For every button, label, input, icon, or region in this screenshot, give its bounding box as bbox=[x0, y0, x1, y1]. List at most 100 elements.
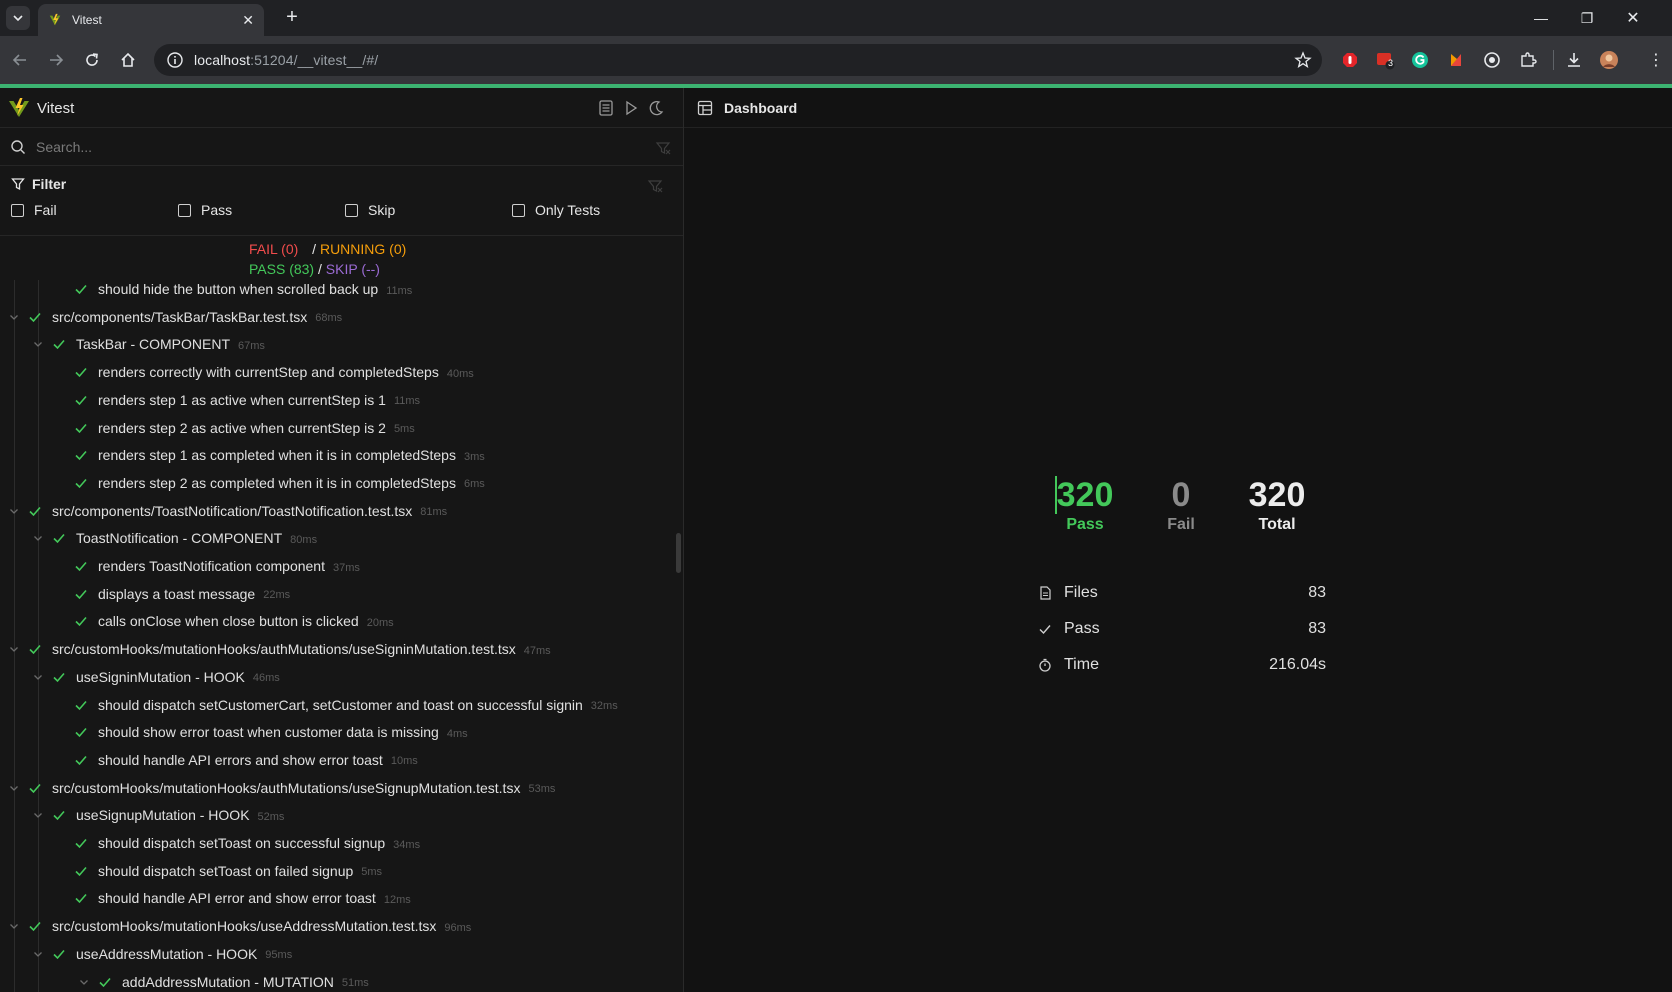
separator: / bbox=[312, 241, 317, 257]
chevron-down-icon[interactable] bbox=[32, 532, 44, 544]
tree-test-row[interactable]: should handle API error and show error t… bbox=[54, 885, 411, 911]
pass-check-icon bbox=[75, 838, 87, 849]
restore-button[interactable]: ❐ bbox=[1564, 0, 1610, 36]
profile-avatar[interactable] bbox=[1598, 49, 1620, 71]
pdf-icon bbox=[1451, 54, 1461, 66]
dark-mode-icon[interactable] bbox=[647, 99, 665, 117]
clear-search-icon[interactable] bbox=[655, 140, 671, 156]
tree-test-row[interactable]: addAddressMutation - MUTATION 51ms bbox=[78, 969, 369, 992]
record-extension-icon[interactable] bbox=[1481, 49, 1503, 71]
filter-pass-checkbox[interactable]: Pass bbox=[178, 202, 232, 218]
tree-file-row[interactable]: src/components/ToastNotification/ToastNo… bbox=[8, 498, 447, 524]
pass-count: PASS (83) bbox=[249, 261, 315, 277]
extensions-button[interactable] bbox=[1517, 49, 1539, 71]
bookmark-star-icon[interactable] bbox=[1294, 51, 1312, 69]
back-button[interactable] bbox=[6, 46, 34, 74]
downloads-button[interactable] bbox=[1563, 49, 1585, 71]
adblock-extension-icon[interactable] bbox=[1339, 49, 1361, 71]
tree-row-label: ToastNotification - COMPONENT bbox=[76, 530, 283, 547]
tree-suite-row[interactable]: useSignupMutation - HOOK 52ms bbox=[32, 802, 284, 828]
tree-row-label: renders step 2 as active when currentSte… bbox=[98, 419, 386, 436]
tree-test-row[interactable]: calls onClose when close button is click… bbox=[54, 608, 394, 634]
chevron-down-icon[interactable] bbox=[8, 505, 20, 517]
tree-test-row[interactable]: displays a toast message 22ms bbox=[54, 581, 290, 607]
tree-row-duration: 40ms bbox=[446, 367, 474, 380]
address-bar[interactable]: localhost:51204/__vitest__/#/ bbox=[154, 44, 1322, 76]
minimize-button[interactable]: — bbox=[1518, 0, 1564, 36]
new-tab-button[interactable]: + bbox=[280, 6, 304, 30]
filter-only-tests-checkbox[interactable]: Only Tests bbox=[512, 202, 600, 218]
tree-test-row[interactable]: renders correctly with currentStep and c… bbox=[54, 359, 474, 385]
coverage-icon[interactable] bbox=[597, 99, 615, 117]
chevron-down-icon[interactable] bbox=[8, 643, 20, 655]
tree-test-row[interactable]: should hide the button when scrolled bac… bbox=[54, 280, 412, 302]
chevron-down-icon[interactable] bbox=[8, 782, 20, 794]
vitest-favicon-icon bbox=[49, 13, 61, 26]
filter-fail-checkbox[interactable]: Fail bbox=[11, 202, 57, 218]
checkbox-box[interactable] bbox=[178, 203, 191, 217]
tree-test-row[interactable]: should dispatch setCustomerCart, setCust… bbox=[54, 692, 618, 718]
tree-file-row[interactable]: src/customHooks/mutationHooks/authMutati… bbox=[8, 636, 551, 662]
tree-scrollbar[interactable] bbox=[676, 533, 681, 573]
todo-extension-icon[interactable]: 3 bbox=[1374, 49, 1396, 71]
tree-row-label: src/customHooks/mutationHooks/authMutati… bbox=[52, 641, 516, 658]
tree-test-row[interactable]: should handle API errors and show error … bbox=[54, 747, 418, 773]
info-pass-label: Pass bbox=[1064, 620, 1100, 637]
tree-test-row[interactable]: renders step 1 as completed when it is i… bbox=[54, 442, 485, 468]
checkbox-box[interactable] bbox=[512, 203, 525, 217]
close-window-button[interactable]: ✕ bbox=[1610, 0, 1656, 36]
tree-suite-row[interactable]: useSigninMutation - HOOK 46ms bbox=[32, 664, 280, 690]
tree-test-row[interactable]: renders step 2 as active when currentSte… bbox=[54, 415, 415, 441]
tree-test-row[interactable]: should show error toast when customer da… bbox=[54, 719, 468, 745]
reload-button[interactable] bbox=[78, 46, 106, 74]
pass-check-icon bbox=[53, 811, 65, 821]
chevron-down-icon[interactable] bbox=[32, 948, 44, 960]
chevron-down-icon[interactable] bbox=[78, 976, 90, 988]
filter-skip-checkbox[interactable]: Skip bbox=[345, 202, 395, 218]
filter-panel: Filter Fail Pass Skip Only Tests bbox=[0, 166, 683, 236]
site-info-icon[interactable] bbox=[166, 51, 184, 69]
pass-check-icon bbox=[75, 589, 87, 599]
app-brand: Vitest bbox=[37, 100, 75, 117]
pass-check-icon bbox=[75, 368, 87, 378]
separator: / bbox=[318, 261, 322, 277]
tree-suite-row[interactable]: ToastNotification - COMPONENT 80ms bbox=[32, 525, 317, 551]
chevron-down-icon[interactable] bbox=[8, 311, 20, 323]
tree-file-row[interactable]: src/components/TaskBar/TaskBar.test.tsx 6… bbox=[8, 304, 342, 330]
tree-file-row[interactable]: src/customHooks/mutationHooks/authMutati… bbox=[8, 775, 555, 801]
checkbox-box[interactable] bbox=[345, 203, 358, 217]
file-icon bbox=[1040, 586, 1051, 600]
chevron-down-icon[interactable] bbox=[32, 809, 44, 821]
tree-test-row[interactable]: renders ToastNotification component 37ms bbox=[54, 553, 360, 579]
home-icon bbox=[121, 52, 135, 67]
chevron-down-icon[interactable] bbox=[8, 920, 20, 932]
clear-filter-icon[interactable] bbox=[647, 178, 663, 194]
checkbox-box[interactable] bbox=[11, 203, 24, 217]
run-all-icon[interactable] bbox=[622, 99, 640, 117]
tree-test-row[interactable]: renders step 1 as active when currentSte… bbox=[54, 387, 420, 413]
url-text: localhost:51204/__vitest__/#/ bbox=[194, 52, 378, 68]
search-input[interactable] bbox=[36, 136, 636, 158]
browser-menu-button[interactable]: ⋮ bbox=[1645, 49, 1667, 71]
forward-button[interactable] bbox=[42, 46, 70, 74]
pass-check-icon bbox=[75, 478, 87, 489]
grammarly-extension-icon[interactable] bbox=[1409, 49, 1431, 71]
tree-suite-row[interactable]: useAddressMutation - HOOK 95ms bbox=[32, 941, 292, 967]
tree-file-row[interactable]: src/customHooks/mutationHooks/useAddress… bbox=[8, 913, 471, 939]
tree-row-duration: 20ms bbox=[366, 616, 394, 629]
explorer-sidebar: Vitest Filter Fail Pass Skip Only Tests … bbox=[0, 88, 684, 992]
home-button[interactable] bbox=[114, 46, 142, 74]
tree-test-row[interactable]: renders step 2 as completed when it is i… bbox=[54, 470, 485, 496]
chevron-down-icon[interactable] bbox=[32, 338, 44, 350]
tab-search-button[interactable] bbox=[6, 6, 30, 30]
stat-fail: 0 Fail bbox=[1131, 476, 1231, 534]
pass-check-icon bbox=[75, 423, 87, 433]
tab-close-icon[interactable]: ✕ bbox=[242, 12, 254, 29]
tree-test-row[interactable]: should dispatch setToast on successful s… bbox=[54, 830, 420, 856]
tree-test-row[interactable]: should dispatch setToast on failed signu… bbox=[54, 858, 382, 884]
browser-tab-vitest[interactable]: Vitest ✕ bbox=[38, 4, 264, 36]
info-pass-value: 83 bbox=[1308, 620, 1326, 637]
chevron-down-icon[interactable] bbox=[32, 671, 44, 683]
pdf-extension-icon[interactable] bbox=[1445, 49, 1467, 71]
tree-suite-row[interactable]: TaskBar - COMPONENT 67ms bbox=[32, 331, 265, 357]
